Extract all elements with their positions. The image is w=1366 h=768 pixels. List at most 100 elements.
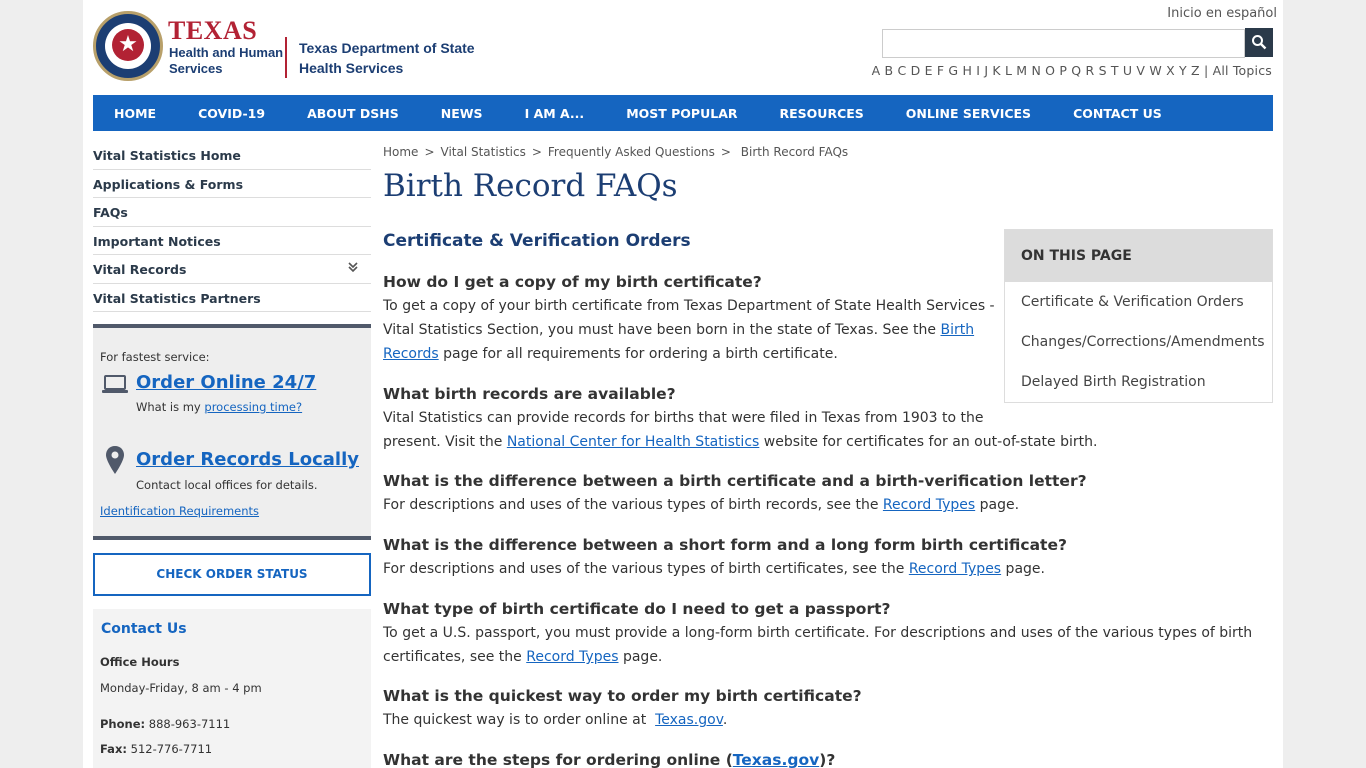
map-pin-icon [106,446,124,474]
sidebar-nav: Vital Statistics Home Applications & For… [93,141,371,312]
fax-line: Fax: 512-776-7711 [100,742,212,756]
faq-answer-text: To get a copy of your birth certificate … [383,298,995,314]
faq-question: What is the difference between a birth c… [383,472,1087,490]
sidebar-item-faqs[interactable]: FAQs [93,198,371,227]
record-types-link[interactable]: Record Types [883,497,975,513]
hhs-seal-logo[interactable]: ★ [93,11,163,81]
breadcrumb-sep: > [531,145,542,159]
a-z-letters[interactable]: A B C D E F G H I J K L M N O P Q R S T … [872,63,1200,78]
faq-question: How do I get a copy of my birth certific… [383,273,762,291]
toc-heading: ON THIS PAGE [1005,230,1272,282]
faq-answer: To get a copy of your birth certificate … [383,294,995,366]
nav-resources[interactable]: RESOURCES [780,106,864,121]
processing-time-link[interactable]: processing time? [204,400,302,414]
nav-covid19[interactable]: COVID-19 [198,106,265,121]
faq-item: What is the quickest way to order my bir… [383,684,862,732]
nav-news[interactable]: NEWS [441,106,483,121]
all-topics-link[interactable]: All Topics [1213,63,1272,78]
faq-answer-text: Vital Statistics can provide records for… [383,410,984,426]
record-types-link[interactable]: Record Types [526,649,618,665]
phone-label: Phone: [100,717,146,731]
search-icon [1252,35,1267,50]
birth-records-link[interactable]: Records [383,346,439,362]
office-hours: Monday-Friday, 8 am - 4 pm [100,681,262,695]
order-locally-link[interactable]: Order Records Locally [136,449,359,470]
faq-answer-text: present. Visit the [383,434,507,450]
faq-item: What is the difference between a birth c… [383,469,1087,517]
faq-answer: To get a U.S. passport, you must provide… [383,621,1252,669]
a-z-separator: | [1203,63,1209,78]
toc-item-certificate-verification[interactable]: Certificate & Verification Orders [1005,282,1272,322]
faq-item: How do I get a copy of my birth certific… [383,270,995,366]
faq-answer-text: . [722,712,728,728]
sidebar-item-vital-records[interactable]: Vital Records [93,255,371,284]
faq-question-text: )? [819,751,836,768]
faq-answer-text: For descriptions and uses of the various… [383,497,883,513]
breadcrumb-current: Birth Record FAQs [740,145,849,159]
spanish-link[interactable]: Inicio en español [1167,6,1277,21]
faq-question: What are the steps for ordering online (… [383,748,835,768]
search-button[interactable] [1245,28,1273,57]
nav-contact-us[interactable]: CONTACT US [1073,106,1162,121]
nav-online-services[interactable]: ONLINE SERVICES [906,106,1031,121]
faq-question: What is the difference between a short f… [383,536,1067,554]
phone-number[interactable]: 888-963-7111 [149,717,230,731]
dshs-logo-name[interactable]: Texas Department of State Health Service… [299,38,479,78]
faq-answer-text: Vital Statistics Section, you must have … [383,322,941,338]
office-hours-label: Office Hours [100,655,180,669]
faq-answer-text: page. [975,497,1020,513]
faq-answer-text: For descriptions and uses of the various… [383,561,909,577]
faq-answer-text: page for all requirements for ordering a… [438,346,838,362]
nav-about-dshs[interactable]: ABOUT DSHS [307,106,399,121]
fax-label: Fax: [100,742,127,756]
faq-item: What is the difference between a short f… [383,533,1067,581]
faq-answer-text: page. [1001,561,1045,577]
contact-box: Contact Us Office Hours Monday-Friday, 8… [93,609,371,768]
breadcrumb-sep: > [424,145,435,159]
toc-item-changes-corrections[interactable]: Changes/Corrections/Amendments [1005,322,1272,362]
check-order-status-button[interactable]: CHECK ORDER STATUS [93,553,371,596]
faq-answer-text: page. [618,649,663,665]
chevron-double-down-icon[interactable] [347,261,359,276]
texas-gov-link[interactable]: Texas.gov [655,712,723,728]
order-online-link[interactable]: Order Online 24/7 [136,372,316,393]
nchs-link[interactable]: National Center for Health Statistics [507,434,759,450]
texas-gov-link[interactable]: Texas.gov [733,751,819,768]
sidebar-item-vital-statistics-partners[interactable]: Vital Statistics Partners [93,284,371,312]
breadcrumb-vital-statistics[interactable]: Vital Statistics [441,145,526,159]
on-this-page-box: ON THIS PAGE Certificate & Verification … [1004,229,1273,403]
faq-answer: The quickest way is to order online at T… [383,708,862,732]
sidebar-item-applications-forms[interactable]: Applications & Forms [93,170,371,198]
fastest-service-label: For fastest service: [100,350,210,364]
sidebar-item-vital-statistics-home[interactable]: Vital Statistics Home [93,141,371,170]
hhs-logo-subtitle[interactable]: Health and Human Services [169,45,289,77]
birth-records-link[interactable]: Birth [940,322,974,338]
hhs-logo-title[interactable]: TEXAS [168,18,257,44]
identification-requirements-link[interactable]: Identification Requirements [100,504,259,518]
nav-i-am-a[interactable]: I AM A... [525,106,585,121]
main-nav: HOME COVID-19 ABOUT DSHS NEWS I AM A... … [93,95,1273,131]
processing-prefix: What is my [136,400,205,414]
breadcrumb-home[interactable]: Home [383,145,418,159]
faq-answer-text: website for certificates for an out-of-s… [759,434,1098,450]
nav-home[interactable]: HOME [114,106,156,121]
faq-item: What birth records are available? Vital … [383,382,1097,454]
sidebar-item-important-notices[interactable]: Important Notices [93,227,371,255]
record-types-link[interactable]: Record Types [909,561,1001,577]
local-offices-note: Contact local offices for details. [136,478,318,492]
section-title: Certificate & Verification Orders [383,231,691,251]
breadcrumb-faq[interactable]: Frequently Asked Questions [548,145,715,159]
logo-divider [285,37,287,78]
processing-time-text: What is my processing time? [136,400,302,414]
order-box: For fastest service: Order Online 24/7 W… [93,324,371,540]
fax-number: 512-776-7711 [130,742,213,756]
contact-title: Contact Us [101,621,187,637]
faq-answer: Vital Statistics can provide records for… [383,406,1097,454]
search-input[interactable] [882,29,1245,58]
faq-item: What are the steps for ordering online (… [383,748,835,768]
nav-most-popular[interactable]: MOST POPULAR [626,106,737,121]
faq-item: What type of birth certificate do I need… [383,597,1252,669]
faq-answer-text: The quickest way is to order online at [383,712,656,728]
faq-question: What is the quickest way to order my bir… [383,687,862,705]
breadcrumb-sep: > [720,145,731,159]
